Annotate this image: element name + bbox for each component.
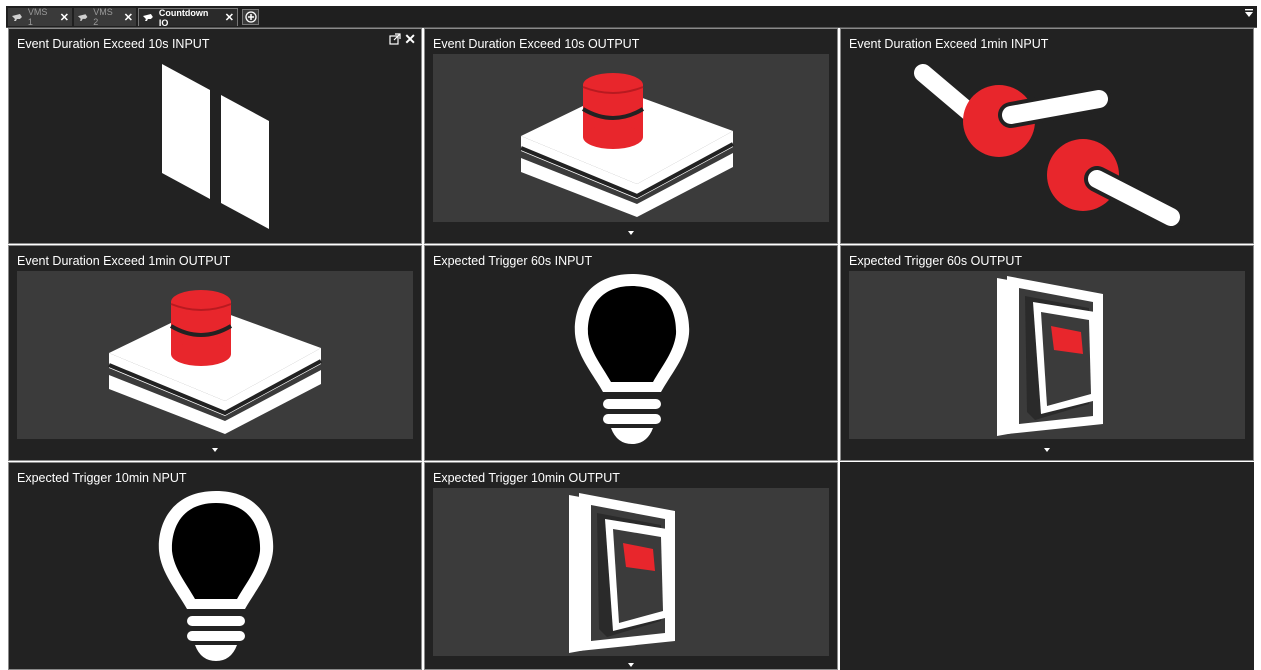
camera-icon [11, 13, 22, 21]
expand-caret-icon[interactable] [1044, 448, 1050, 452]
light-bulb-icon [158, 491, 274, 661]
io-tile[interactable]: Expected Trigger 10min OUTPUT [424, 462, 838, 670]
add-tab-button[interactable] [242, 9, 259, 25]
tab-countdown-io[interactable]: Countdown IO ✕ [138, 7, 238, 28]
io-tile[interactable]: Expected Trigger 10min NPUT [8, 462, 422, 670]
tab-vms-1[interactable]: VMS 1 ✕ [8, 7, 72, 27]
io-tile[interactable]: Expected Trigger 60s INPUT [424, 245, 838, 461]
close-icon[interactable]: ✕ [225, 11, 234, 24]
io-tile[interactable]: Event Duration Exceed 1min INPUT [840, 28, 1254, 244]
expand-caret-icon[interactable] [628, 231, 634, 235]
expand-caret-icon[interactable] [212, 448, 218, 452]
empty-tile [840, 462, 1254, 670]
push-button-icon [108, 290, 322, 434]
plus-circle-icon [244, 11, 257, 23]
tab-label: Countdown IO [158, 7, 209, 28]
tab-label: VMS 2 [93, 7, 113, 27]
expand-caret-icon[interactable] [628, 663, 634, 667]
close-icon[interactable]: ✕ [60, 11, 69, 24]
pause-icon [162, 64, 269, 229]
tab-label: VMS 1 [27, 7, 48, 27]
camera-icon [142, 14, 153, 21]
io-tile[interactable]: Event Duration Exceed 1min OUTPUT [8, 245, 422, 461]
tab-vms-2[interactable]: VMS 2 ✕ [74, 7, 136, 27]
io-tile[interactable]: Event Duration Exceed 10s INPUT ✕ [8, 28, 422, 244]
camera-icon [77, 13, 88, 21]
item-grid: Event Duration Exceed 10s INPUT ✕ Event … [6, 28, 1255, 670]
wall-switch-icon [997, 276, 1103, 436]
close-icon[interactable]: ✕ [124, 11, 133, 24]
wall-switch-icon [569, 493, 675, 653]
io-tile[interactable]: Event Duration Exceed 10s OUTPUT [424, 28, 838, 244]
io-tile[interactable]: Expected Trigger 60s OUTPUT [840, 245, 1254, 461]
light-bulb-icon [574, 274, 690, 444]
tab-bar: VMS 1 ✕ VMS 2 ✕ Countdown IO ✕ [6, 6, 1257, 28]
tab-menu-icon[interactable] [1245, 8, 1253, 18]
toggle-switch-icon [914, 64, 1184, 230]
push-button-icon [520, 73, 734, 217]
